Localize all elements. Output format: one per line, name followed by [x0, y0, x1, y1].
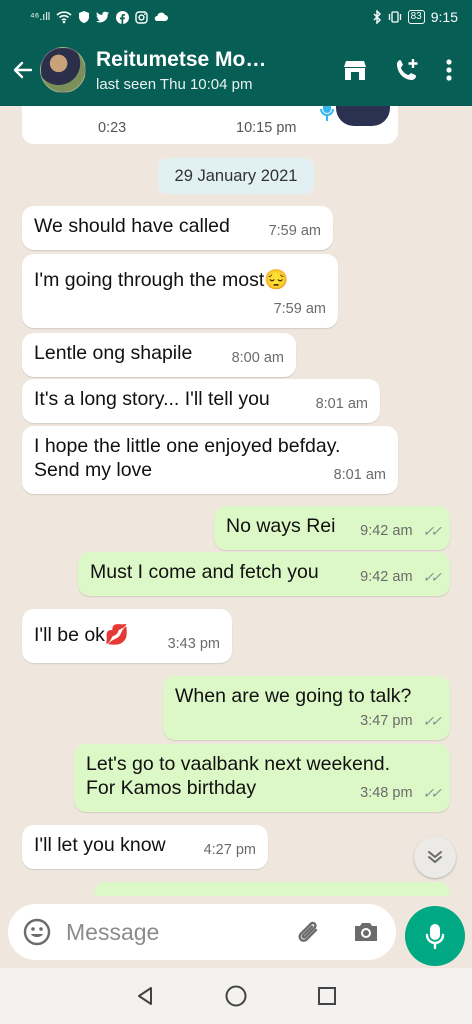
message-time: 9:42 am ✓✓: [360, 565, 443, 589]
read-receipt-icon: ✓✓: [422, 785, 443, 801]
scroll-to-bottom-button[interactable]: [414, 836, 456, 878]
message-time: 8:00 am: [232, 346, 284, 370]
emoji-icon[interactable]: [22, 917, 52, 947]
message-bubble-incoming[interactable]: Lentle ong shapile 8:00 am: [22, 333, 296, 377]
voice-note-time: 10:15 pm: [236, 120, 297, 136]
vibrate-icon: [388, 11, 401, 23]
mic-icon: [425, 924, 445, 950]
message-bubble-outgoing[interactable]: When are we going to talk? 3:47 pm ✓✓: [163, 676, 450, 740]
message-time: 8:01 am: [316, 392, 368, 416]
message-input[interactable]: [66, 918, 286, 946]
camera-icon[interactable]: [352, 918, 380, 946]
message-time: 7:59 am: [274, 297, 326, 321]
message-time: 3:43 pm: [168, 632, 220, 656]
store-icon[interactable]: [342, 58, 368, 82]
message-bubble-incoming[interactable]: I'm going through the most😔 7:59 am: [22, 254, 338, 328]
message-bubble-outgoing-partial[interactable]: [94, 882, 450, 896]
message-list[interactable]: 0:23 10:15 pm 29 January 2021 We should …: [0, 106, 472, 896]
voice-mic-icon: [320, 106, 334, 121]
status-bar: ⁴⁶.ıll 83 9:15: [0, 0, 472, 34]
voice-note-avatar: [336, 106, 390, 126]
nav-recents-icon[interactable]: [316, 985, 338, 1007]
status-right: 83 9:15: [372, 9, 458, 25]
read-receipt-icon: ✓✓: [422, 523, 443, 539]
chat-header: Reitumetse Mo… last seen Thu 10:04 pm: [0, 34, 472, 106]
nav-home-icon[interactable]: [224, 984, 248, 1008]
message-timestamp: 7:59 am: [268, 223, 321, 239]
shield-icon: [79, 11, 90, 23]
voice-record-button[interactable]: [405, 906, 465, 966]
message-bubble-incoming[interactable]: We should have called 7:59 am: [22, 206, 333, 250]
instagram-icon: [135, 10, 148, 24]
wifi-icon: [56, 11, 72, 24]
add-call-icon[interactable]: [394, 57, 420, 83]
message-bubble-incoming[interactable]: I hope the little one enjoyed befday. Se…: [22, 426, 398, 494]
bluetooth-icon: [373, 10, 381, 24]
contact-avatar[interactable]: [40, 47, 86, 93]
contact-name: Reitumetse Mo…: [96, 47, 267, 71]
more-vert-icon[interactable]: [446, 59, 452, 81]
message-time: 8:01 am: [334, 463, 386, 487]
composer-bar: [0, 896, 472, 968]
battery-indicator: 83: [407, 10, 425, 24]
message-text: When are we going to talk?: [175, 685, 412, 707]
message-time: 4:27 pm: [204, 838, 256, 862]
message-timestamp: 8:01 am: [333, 467, 386, 483]
header-actions: [342, 57, 452, 83]
message-bubble-outgoing[interactable]: Let's go to vaalbank next weekend. For K…: [74, 744, 450, 812]
read-receipt-icon: ✓✓: [422, 569, 443, 585]
message-bubble-outgoing[interactable]: Must I come and fetch you 9:42 am ✓✓: [78, 552, 450, 596]
voice-note-duration: 0:23: [98, 120, 127, 136]
message-bubble-outgoing[interactable]: No ways Rei 9:42 am ✓✓: [214, 506, 450, 550]
message-text: I'm going through the most😔: [34, 269, 289, 291]
message-time: 7:59 am: [269, 219, 321, 243]
message-timestamp: 4:27 pm: [203, 842, 256, 858]
message-bubble-incoming[interactable]: It's a long story... I'll tell you 8:01 …: [22, 379, 380, 423]
nav-back-icon[interactable]: [134, 985, 156, 1007]
message-timestamp: 3:48 pm: [360, 785, 413, 801]
status-left: ⁴⁶.ıll: [30, 10, 169, 24]
read-receipt-icon: ✓✓: [422, 713, 443, 729]
message-bubble-incoming[interactable]: I'll be ok💋 3:43 pm: [22, 609, 232, 663]
back-arrow-icon: [13, 61, 33, 79]
cloud-icon: [154, 12, 169, 21]
message-timestamp: 3:43 pm: [167, 636, 220, 652]
system-nav-bar: [0, 968, 472, 1024]
message-composer: [8, 904, 396, 960]
last-seen-status: last seen Thu 10:04 pm: [96, 75, 253, 93]
signal-indicator: ⁴⁶.ıll: [30, 11, 51, 23]
chevron-down-double-icon: [428, 851, 442, 863]
message-time: 3:48 pm ✓✓: [360, 781, 443, 805]
message-bubble-incoming[interactable]: I'll let you know 4:27 pm: [22, 825, 268, 869]
back-button[interactable]: [8, 58, 38, 82]
facebook-icon: [116, 10, 130, 24]
message-timestamp: 3:47 pm: [360, 713, 413, 729]
message-timestamp: 9:42 am: [360, 569, 413, 585]
attach-icon[interactable]: [294, 918, 324, 948]
message-timestamp: 8:00 am: [231, 350, 284, 366]
twitter-icon: [96, 11, 110, 23]
date-chip: 29 January 2021: [158, 158, 314, 194]
voice-note-bubble[interactable]: 0:23 10:15 pm: [22, 106, 398, 144]
message-timestamp: 9:42 am: [360, 523, 413, 539]
contact-info[interactable]: Reitumetse Mo… last seen Thu 10:04 pm: [96, 48, 342, 93]
message-time: 9:42 am ✓✓: [360, 519, 443, 543]
message-timestamp: 7:59 am: [273, 301, 326, 317]
message-time: 3:47 pm ✓✓: [360, 709, 443, 733]
status-time: 9:15: [430, 9, 458, 25]
message-timestamp: 8:01 am: [315, 396, 368, 412]
